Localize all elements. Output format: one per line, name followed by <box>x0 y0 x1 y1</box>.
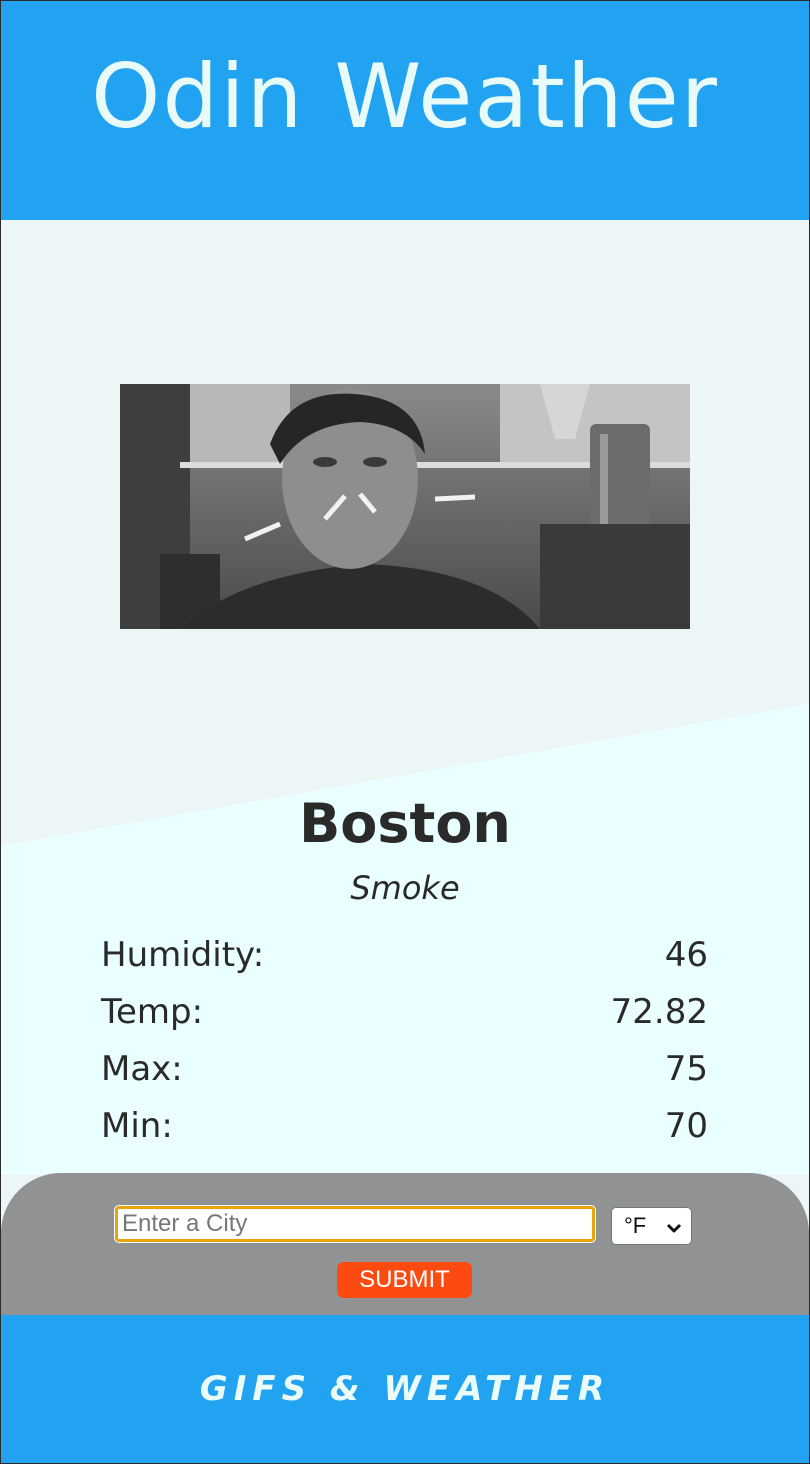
submit-button[interactable]: SUBMIT <box>337 1262 472 1298</box>
stat-row-humidity: Humidity: 46 <box>101 932 708 989</box>
weather-gif <box>120 384 690 629</box>
city-name: Boston <box>299 792 511 855</box>
gif-image <box>120 384 690 629</box>
app-title: Odin Weather <box>91 45 719 148</box>
weather-stats: Humidity: 46 Temp: 72.82 Max: 75 Min: 70 <box>101 932 708 1160</box>
search-form: °F SUBMIT <box>1 1173 809 1315</box>
stat-value: 46 <box>664 935 708 975</box>
app-footer: GIFS & WEATHER <box>1 1315 809 1463</box>
stat-value: 75 <box>664 1049 708 1089</box>
stat-value: 72.82 <box>610 992 708 1032</box>
weather-info: Boston Smoke Humidity: 46 Temp: 72.82 Ma… <box>1 780 809 1146</box>
stat-label: Max: <box>101 1049 183 1089</box>
stat-row-max: Max: 75 <box>101 1046 708 1103</box>
weather-condition: Smoke <box>350 869 460 907</box>
stat-value: 70 <box>664 1106 708 1146</box>
stat-label: Min: <box>101 1106 173 1146</box>
unit-select[interactable]: °F <box>611 1207 692 1245</box>
stat-label: Humidity: <box>101 935 265 975</box>
stat-row-min: Min: 70 <box>101 1103 708 1160</box>
stat-label: Temp: <box>101 992 204 1032</box>
city-input[interactable] <box>114 1205 596 1243</box>
weather-main: Boston Smoke Humidity: 46 Temp: 72.82 Ma… <box>1 220 809 1174</box>
stat-row-temp: Temp: 72.82 <box>101 989 708 1046</box>
chevron-down-icon <box>666 1213 682 1239</box>
unit-selected-value: °F <box>624 1213 647 1238</box>
app-page: Odin Weather Boston Smoke Humidity: 46 T… <box>0 0 810 1464</box>
app-header: Odin Weather <box>1 1 809 220</box>
footer-text: GIFS & WEATHER <box>199 1369 611 1409</box>
